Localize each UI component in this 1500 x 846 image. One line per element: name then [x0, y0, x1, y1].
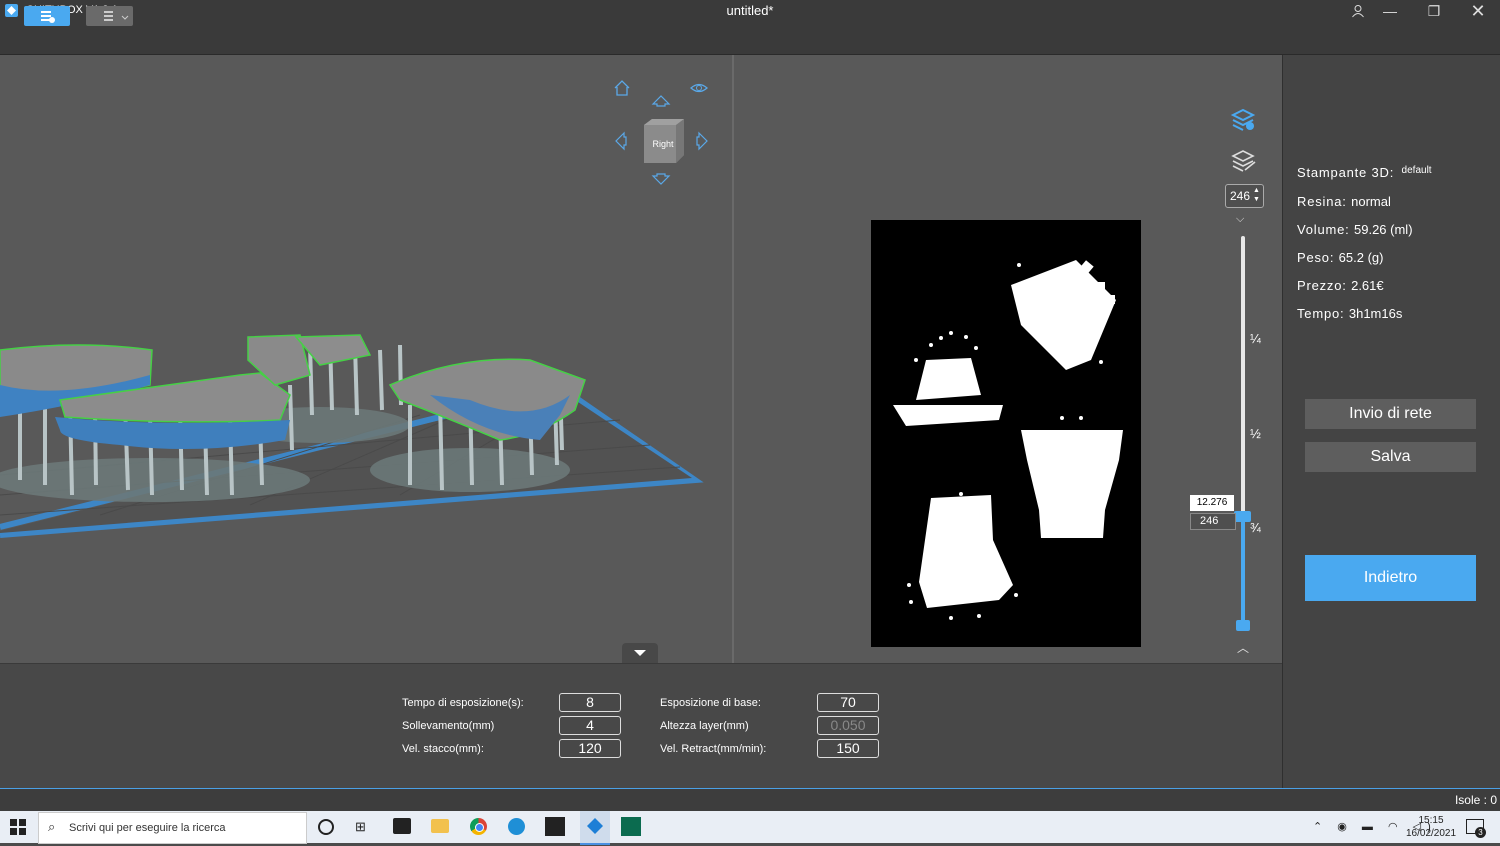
taskbar-clock-date[interactable]: 16/02/2021	[1406, 828, 1456, 839]
save-button[interactable]: Salva	[1305, 442, 1476, 472]
network-send-button[interactable]: Invio di rete	[1305, 399, 1476, 429]
settings-dropdown-button[interactable]	[86, 6, 133, 26]
view-cube-face-label: Right	[652, 139, 674, 149]
time-value: 3h1m16s	[1348, 306, 1403, 321]
status-bar	[0, 788, 1500, 812]
volume-row: Volume: 59.26 (ml)	[1297, 222, 1413, 237]
rotate-up-arrow-icon[interactable]	[651, 93, 671, 112]
slice-image	[871, 220, 1141, 647]
resin-label: Resina:	[1297, 194, 1347, 209]
slice-preview-viewport: 246 ▲ ▼ ⌵ ︿ ¼ ½ ¾ 12.276 246	[734, 55, 1282, 663]
printer-value: default	[1401, 165, 1432, 176]
exposure-input[interactable]: 8	[559, 693, 621, 712]
volume-value: 59.26 (ml)	[1354, 222, 1413, 237]
close-button[interactable]: ✕	[1458, 0, 1498, 22]
taskbar-clock-time[interactable]: 15:15	[1408, 815, 1454, 826]
slice-mode-button[interactable]	[24, 6, 70, 26]
lift-distance-label: Sollevamento(mm)	[402, 720, 495, 732]
layer-slider-handle[interactable]	[1234, 511, 1251, 522]
price-label: Prezzo:	[1297, 278, 1347, 293]
notification-count-badge: 3	[1475, 827, 1486, 838]
volume-label: Volume:	[1297, 222, 1350, 237]
cortana-icon[interactable]	[318, 819, 334, 835]
layer-top-value: 246	[1230, 189, 1251, 203]
time-label: Tempo:	[1297, 306, 1345, 321]
windows-start-icon[interactable]	[10, 819, 26, 840]
chrome-icon[interactable]	[470, 818, 487, 835]
task-view-icon[interactable]: ⊞	[355, 819, 366, 835]
rotate-left-arrow-icon[interactable]	[613, 131, 627, 156]
search-icon: ⌕	[48, 819, 56, 834]
layer-height-input: 0.050	[817, 716, 879, 735]
slider-tick-three-quarter: ¾	[1250, 520, 1261, 535]
taskbar-search-placeholder: Scrivi qui per eseguire la ricerca	[69, 822, 226, 834]
lift-distance-input[interactable]: 4	[559, 716, 621, 735]
restore-button[interactable]: ❐	[1414, 0, 1454, 22]
layer-down-chevron-icon[interactable]: ⌵	[1236, 213, 1244, 226]
slider-tick-half: ½	[1250, 426, 1261, 441]
lift-speed-label: Vel. stacco(mm):	[402, 743, 484, 755]
printer-row: Stampante 3D: default	[1297, 165, 1432, 180]
base-exposure-input[interactable]: 70	[817, 693, 879, 712]
layer-height-label: Altezza layer(mm)	[660, 720, 749, 732]
toolbar	[0, 22, 1500, 55]
home-view-icon[interactable]	[613, 79, 631, 102]
collapse-panel-toggle[interactable]	[622, 643, 658, 663]
document-title: untitled*	[726, 3, 774, 18]
rotate-right-arrow-icon[interactable]	[696, 131, 710, 156]
retract-speed-label: Vel. Retract(mm/min):	[660, 743, 767, 755]
view-cube[interactable]: Right	[640, 117, 684, 163]
slider-tick-quarter: ¼	[1250, 331, 1261, 346]
layer-slider-fill	[1241, 517, 1245, 628]
islands-count: Isole : 0	[1454, 793, 1497, 807]
weight-row: Peso: 65.2 (g)	[1297, 250, 1383, 265]
taskbar-app-lychee-icon[interactable]	[621, 817, 641, 836]
layer-slider-bottom-handle[interactable]	[1236, 620, 1250, 631]
edge-icon[interactable]	[508, 818, 525, 835]
hide-layers-icon[interactable]	[1230, 148, 1256, 179]
3d-viewport[interactable]: Right	[0, 55, 732, 663]
back-button[interactable]: Indietro	[1305, 555, 1476, 601]
layer-current-value: 246	[1200, 515, 1219, 527]
file-explorer-icon[interactable]	[431, 819, 449, 833]
notification-center-icon[interactable]: 3	[1466, 819, 1486, 838]
retract-speed-input[interactable]: 150	[817, 739, 879, 758]
show-layers-icon[interactable]	[1230, 107, 1256, 138]
time-row: Tempo: 3h1m16s	[1297, 306, 1402, 321]
taskbar-app-slicer-icon[interactable]	[545, 817, 565, 836]
weight-value: 65.2 (g)	[1338, 250, 1384, 265]
visibility-eye-icon[interactable]	[690, 81, 708, 100]
spin-arrows-icon[interactable]: ▲ ▼	[1253, 186, 1260, 204]
weight-label: Peso:	[1297, 250, 1335, 265]
layer-up-chevron-icon[interactable]: ︿	[1237, 639, 1249, 656]
price-value: 2.61€	[1351, 278, 1384, 293]
layer-current-spinbox[interactable]: 246	[1190, 513, 1236, 530]
resin-value: normal	[1351, 194, 1391, 209]
printer-label: Stampante 3D:	[1297, 165, 1395, 180]
base-exposure-label: Esposizione di base:	[660, 697, 761, 709]
taskbar-search-box[interactable]: ⌕ Scrivi qui per eseguire la ricerca	[38, 812, 307, 844]
chitubox-taskbar-icon[interactable]	[580, 811, 610, 845]
minimize-button[interactable]: —	[1370, 0, 1410, 22]
resin-row: Resina: normal	[1297, 194, 1391, 209]
price-row: Prezzo: 2.61€	[1297, 278, 1384, 293]
rotate-down-arrow-icon[interactable]	[651, 173, 671, 192]
print-parameters-panel	[0, 663, 1282, 789]
taskbar-app-terminal-icon[interactable]	[393, 818, 411, 834]
lift-speed-input[interactable]: 120	[559, 739, 621, 758]
layer-top-spinbox[interactable]: 246 ▲ ▼	[1225, 184, 1264, 208]
exposure-label: Tempo di esposizione(s):	[402, 697, 524, 709]
layer-height-tooltip: 12.276	[1190, 495, 1234, 511]
